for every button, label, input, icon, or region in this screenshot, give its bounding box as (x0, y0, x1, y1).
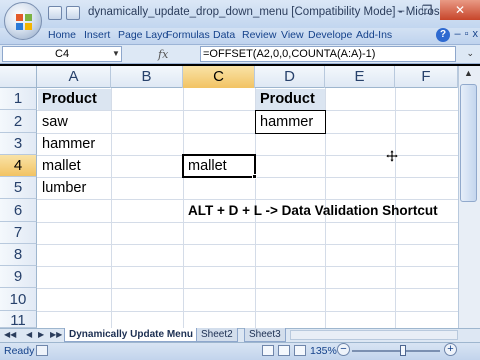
tab-add-ins[interactable]: Add-Ins (356, 29, 392, 41)
macro-recording-icon[interactable] (36, 345, 48, 356)
tab-formulas[interactable]: Formulas (166, 29, 210, 41)
normal-view-icon[interactable] (262, 345, 274, 356)
first-sheet-icon[interactable]: ◀◀ (4, 330, 16, 339)
scroll-up-icon[interactable]: ▲ (460, 68, 477, 82)
cell-c4[interactable]: mallet (184, 156, 254, 176)
move-cursor-icon (386, 150, 398, 162)
column-header-d[interactable]: D (255, 66, 325, 88)
minimize-button[interactable]: – (388, 0, 414, 20)
sheet-tab-dynamically-update-menu[interactable]: Dynamically Update Menu (64, 328, 198, 342)
workbook-minimize-button[interactable]: – (454, 28, 460, 40)
row-header-5[interactable]: 5 (0, 177, 37, 199)
row-header-6[interactable]: 6 (0, 199, 37, 222)
previous-sheet-icon[interactable]: ◀ (26, 330, 32, 339)
column-header-e[interactable]: E (325, 66, 395, 88)
tab-developer[interactable]: Develope (308, 29, 352, 41)
cell-d2[interactable]: hammer (256, 111, 325, 133)
row-header-10[interactable]: 10 (0, 288, 37, 311)
tab-insert[interactable]: Insert (84, 29, 110, 41)
column-header-b[interactable]: B (111, 66, 183, 88)
cell-a4[interactable]: mallet (38, 156, 111, 177)
restore-button[interactable]: ❐ (414, 0, 440, 20)
cell-a1[interactable]: Product (38, 89, 111, 110)
insert-function-icon[interactable]: fx (158, 48, 168, 61)
column-header-a[interactable]: A (37, 66, 111, 88)
zoom-in-button[interactable]: + (444, 343, 457, 356)
gridline (37, 266, 458, 267)
row-header-1[interactable]: 1 (0, 88, 37, 110)
cell-a5[interactable]: lumber (38, 178, 111, 199)
tab-review[interactable]: Review (242, 29, 276, 41)
select-all-corner[interactable] (0, 66, 37, 88)
office-logo-icon (16, 14, 32, 30)
next-sheet-icon[interactable]: ▶ (38, 330, 44, 339)
horizontal-scrollbar[interactable] (290, 330, 458, 340)
close-button[interactable]: ✕ (440, 0, 480, 20)
sheet-tab-sheet2[interactable]: Sheet2 (196, 328, 238, 342)
gridline (111, 88, 112, 328)
row-header-7[interactable]: 7 (0, 222, 37, 244)
ribbon-tabs: Home Insert Page Layo Formulas Data Revi… (0, 28, 480, 44)
undo-icon[interactable] (66, 6, 80, 20)
row-header-2[interactable]: 2 (0, 110, 37, 133)
office-button[interactable] (4, 2, 42, 40)
expand-formula-bar-icon[interactable]: ⌄ (466, 48, 474, 59)
row-header-3[interactable]: 3 (0, 133, 37, 155)
tab-home[interactable]: Home (48, 29, 76, 41)
cell-c6-shortcut-note[interactable]: ALT + D + L -> Data Validation Shortcut (184, 200, 438, 222)
row-header-4[interactable]: 4 (0, 155, 37, 177)
column-header-f[interactable]: F (395, 66, 458, 88)
tab-page-layout[interactable]: Page Layo (118, 29, 168, 41)
chevron-down-icon[interactable]: ▼ (112, 49, 120, 58)
sheet-tab-sheet3[interactable]: Sheet3 (244, 328, 286, 342)
row-header-8[interactable]: 8 (0, 244, 37, 266)
gridline (37, 222, 458, 223)
column-header-c[interactable]: C (183, 66, 255, 88)
status-ready: Ready (4, 345, 35, 357)
cell-d1[interactable]: Product (256, 89, 325, 110)
row-header-9[interactable]: 9 (0, 266, 37, 288)
tab-view[interactable]: View (281, 29, 304, 41)
gridline (37, 311, 458, 312)
cell-a2[interactable]: saw (38, 111, 111, 133)
zoom-level[interactable]: 135% (310, 345, 337, 357)
page-layout-view-icon[interactable] (278, 345, 290, 356)
cell-a3[interactable]: hammer (38, 134, 111, 155)
zoom-out-button[interactable]: − (337, 343, 350, 356)
window-controls: – ❐ ✕ (388, 0, 480, 22)
vertical-scroll-thumb[interactable] (460, 84, 477, 202)
save-icon[interactable] (48, 6, 62, 20)
page-break-view-icon[interactable] (294, 345, 306, 356)
quick-access-toolbar (48, 6, 80, 22)
gridline (37, 244, 458, 245)
workbook-close-button[interactable]: x (473, 28, 479, 40)
last-sheet-icon[interactable]: ▶▶ (50, 330, 62, 339)
row-header-11[interactable]: 11 (0, 311, 37, 328)
gridline (37, 288, 458, 289)
zoom-slider-track[interactable] (352, 350, 440, 352)
formula-input[interactable]: =OFFSET(A2,0,0,COUNTA(A:A)-1) (200, 46, 456, 62)
name-box[interactable]: C4 (2, 46, 122, 62)
help-icon[interactable]: ? (436, 28, 450, 42)
workbook-controls: – ▫ x (454, 28, 478, 40)
workbook-restore-button[interactable]: ▫ (465, 28, 469, 40)
tab-data[interactable]: Data (213, 29, 235, 41)
fill-handle[interactable] (252, 174, 257, 179)
zoom-slider-thumb[interactable] (400, 345, 406, 356)
fx-area: fx (126, 46, 198, 62)
